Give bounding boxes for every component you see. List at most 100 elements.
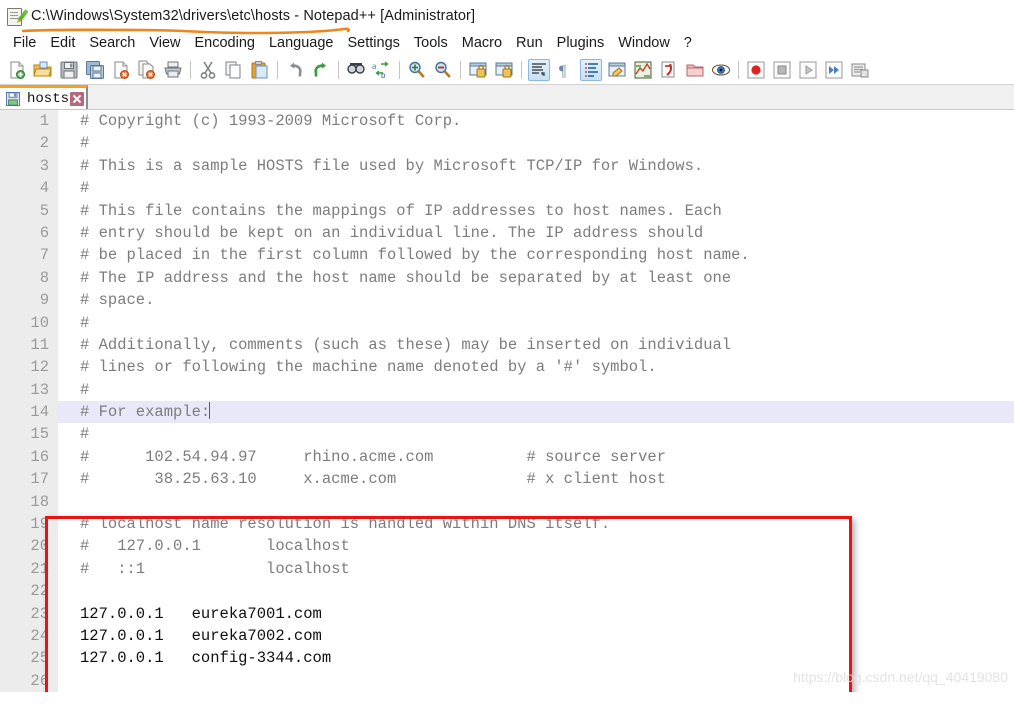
line-number: 13 bbox=[0, 378, 58, 402]
menu-item-edit[interactable]: Edit bbox=[43, 35, 82, 51]
close-tab-icon[interactable] bbox=[70, 91, 85, 106]
close-file-icon[interactable] bbox=[110, 59, 132, 81]
redo-icon[interactable] bbox=[310, 59, 332, 81]
line-number: 15 bbox=[0, 423, 58, 446]
function-list-icon[interactable] bbox=[658, 59, 680, 81]
line-number: 23 bbox=[0, 602, 58, 625]
zoom-out-icon[interactable] bbox=[432, 59, 454, 81]
menu-item-macro[interactable]: Macro bbox=[455, 35, 509, 51]
code-line-text: 127.0.0.1 config-3344.com bbox=[80, 649, 332, 668]
code-line[interactable]: 14 # For example: bbox=[0, 401, 1014, 424]
tab-hosts[interactable]: hosts bbox=[0, 85, 89, 109]
editor-area[interactable]: 1 # Copyright (c) 1993-2009 Microsoft Cor… bbox=[0, 110, 1014, 692]
menu-item-plugins[interactable]: Plugins bbox=[550, 35, 612, 51]
code-lines[interactable]: 1 # Copyright (c) 1993-2009 Microsoft Cor… bbox=[0, 110, 1014, 692]
code-line[interactable]: 19 # localhost name resolution is handled… bbox=[0, 513, 1014, 536]
stop-recording-icon[interactable] bbox=[771, 59, 793, 81]
record-macro-icon[interactable] bbox=[745, 59, 767, 81]
document-map-icon[interactable] bbox=[632, 59, 654, 81]
line-number: 6 bbox=[0, 221, 58, 245]
user-defined-language-icon[interactable] bbox=[606, 59, 628, 81]
open-file-icon[interactable] bbox=[32, 59, 54, 81]
code-line[interactable]: 6 # entry should be kept on an individual… bbox=[0, 221, 1014, 245]
code-line[interactable]: 25 127.0.0.1 config-3344.com bbox=[0, 647, 1014, 670]
code-line-text: # The IP address and the host name shoul… bbox=[80, 268, 732, 287]
menu-item-tools[interactable]: Tools bbox=[407, 35, 455, 51]
menu-item-language[interactable]: Language bbox=[262, 35, 341, 51]
code-line[interactable]: 5 # This file contains the mappings of IP… bbox=[0, 199, 1014, 222]
code-line-text: # be placed in the first column followed… bbox=[80, 246, 750, 265]
line-number: 14 bbox=[0, 401, 58, 424]
paste-icon[interactable] bbox=[249, 59, 271, 81]
code-line[interactable]: 9 # space. bbox=[0, 289, 1014, 312]
code-line[interactable]: 12 # lines or following the machine name … bbox=[0, 356, 1014, 379]
code-line[interactable]: 7 # be placed in the first column followe… bbox=[0, 244, 1014, 267]
text-caret bbox=[209, 402, 211, 420]
save-icon[interactable] bbox=[58, 59, 80, 81]
copy-icon[interactable] bbox=[223, 59, 245, 81]
code-line[interactable]: 17 # 38.25.63.10 x.acme.com # x client ho… bbox=[0, 468, 1014, 491]
code-line[interactable]: 2 # bbox=[0, 132, 1014, 155]
line-number: 18 bbox=[0, 490, 58, 514]
sync-horizontal-scrolling-icon[interactable] bbox=[493, 59, 515, 81]
sync-vertical-scrolling-icon[interactable] bbox=[467, 59, 489, 81]
code-line-text bbox=[58, 580, 1014, 602]
save-all-icon[interactable] bbox=[84, 59, 106, 81]
code-line[interactable]: 13 # bbox=[0, 378, 1014, 402]
menu-item-help[interactable]: ? bbox=[677, 35, 699, 51]
run-macro-multiple-icon[interactable] bbox=[823, 59, 845, 81]
menu-item-file[interactable]: File bbox=[6, 35, 43, 51]
code-line[interactable]: 21 # ::1 localhost bbox=[0, 557, 1014, 581]
code-line[interactable]: 16 # 102.54.94.97 rhino.acme.com # source… bbox=[0, 445, 1014, 469]
monitoring-icon[interactable] bbox=[710, 59, 732, 81]
window-title: C:\Windows\System32\drivers\etc\hosts - … bbox=[31, 7, 476, 24]
code-line[interactable]: 11 # Additionally, comments (such as thes… bbox=[0, 333, 1014, 357]
line-number: 19 bbox=[0, 513, 58, 536]
line-number: 24 bbox=[0, 624, 58, 648]
zoom-in-icon[interactable] bbox=[406, 59, 428, 81]
code-line-text: # lines or following the machine name de… bbox=[80, 358, 657, 377]
code-line-text: 127.0.0.1 eureka7001.com bbox=[80, 604, 322, 623]
save-macro-icon[interactable] bbox=[849, 59, 871, 81]
code-line[interactable]: 18 bbox=[0, 490, 1014, 514]
show-all-characters-icon[interactable]: ¶ bbox=[554, 59, 576, 81]
replace-icon[interactable]: a b bbox=[371, 59, 393, 81]
code-line[interactable]: 22 bbox=[0, 580, 1014, 603]
line-number: 8 bbox=[0, 266, 58, 290]
close-all-files-icon[interactable] bbox=[136, 59, 158, 81]
menu-item-run[interactable]: Run bbox=[509, 35, 550, 51]
code-line[interactable]: 10 # bbox=[0, 311, 1014, 334]
code-line[interactable]: 24 127.0.0.1 eureka7002.com bbox=[0, 624, 1014, 648]
word-wrap-icon[interactable] bbox=[528, 58, 550, 81]
menu-item-window[interactable]: Window bbox=[611, 35, 677, 51]
line-number: 21 bbox=[0, 557, 58, 581]
undo-icon[interactable] bbox=[284, 59, 306, 81]
code-line[interactable]: 3 # This is a sample HOSTS file used by M… bbox=[0, 154, 1014, 178]
code-line-text: # This is a sample HOSTS file used by Mi… bbox=[80, 156, 704, 175]
code-line[interactable]: 23 127.0.0.1 eureka7001.com bbox=[0, 602, 1014, 625]
folder-as-workspace-icon[interactable] bbox=[684, 59, 706, 81]
line-number: 11 bbox=[0, 333, 58, 357]
find-icon[interactable] bbox=[345, 59, 367, 81]
new-file-icon[interactable] bbox=[6, 59, 28, 81]
tab-bar: hosts bbox=[0, 85, 1014, 110]
cut-icon[interactable] bbox=[197, 59, 219, 81]
menu-item-view[interactable]: View bbox=[142, 35, 187, 51]
code-line[interactable]: 1 # Copyright (c) 1993-2009 Microsoft Cor… bbox=[0, 110, 1014, 133]
code-line-text: # space. bbox=[80, 291, 155, 310]
play-macro-icon[interactable] bbox=[797, 59, 819, 81]
indent-guideline-icon[interactable] bbox=[580, 58, 602, 81]
line-number: 25 bbox=[0, 647, 58, 670]
print-icon[interactable] bbox=[162, 59, 184, 81]
code-line[interactable]: 15 # bbox=[0, 423, 1014, 446]
menu-item-search[interactable]: Search bbox=[82, 35, 142, 51]
code-line[interactable]: 20 # 127.0.0.1 localhost bbox=[0, 535, 1014, 558]
code-line-text: # bbox=[80, 179, 90, 198]
line-number: 22 bbox=[0, 580, 58, 603]
menu-item-encoding[interactable]: Encoding bbox=[188, 35, 262, 51]
code-line[interactable]: 8 # The IP address and the host name shou… bbox=[0, 266, 1014, 290]
menu-item-settings[interactable]: Settings bbox=[340, 35, 406, 51]
line-number: 4 bbox=[0, 177, 58, 200]
tab-label: hosts bbox=[27, 90, 70, 107]
code-line[interactable]: 4 # bbox=[0, 177, 1014, 200]
